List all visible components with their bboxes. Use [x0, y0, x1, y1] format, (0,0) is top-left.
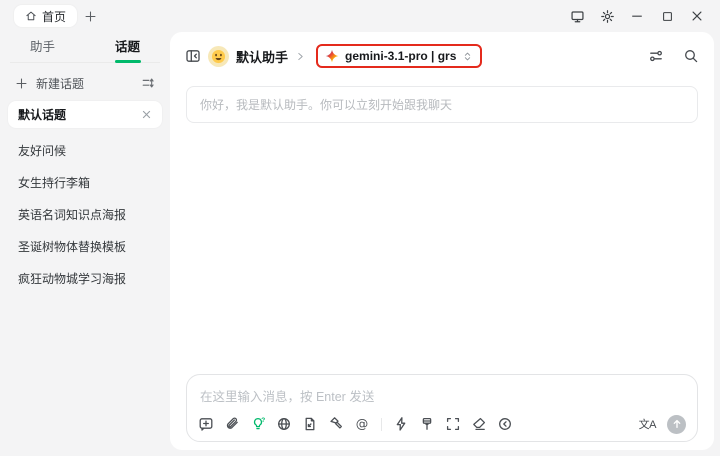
topic-item-active[interactable]: 默认话题 — [8, 101, 162, 128]
attachment-paperclip-icon[interactable] — [224, 416, 240, 432]
svg-text:?: ? — [261, 417, 265, 424]
close-topic-icon[interactable] — [141, 109, 152, 120]
tab-home-label: 首页 — [42, 8, 66, 25]
composer-toolbar: ? @ — [198, 414, 686, 434]
message-input[interactable]: 在这里输入消息，按 Enter 发送 — [187, 375, 697, 405]
gemini-star-icon — [325, 49, 339, 63]
minimize-button[interactable] — [622, 0, 652, 32]
title-bar: 首页 — [0, 0, 720, 32]
chat-panel: 默认助手 gemini-3.1-pro | — [170, 32, 714, 450]
message-composer[interactable]: 在这里输入消息，按 Enter 发送 ? — [186, 374, 698, 442]
select-updown-icon — [462, 51, 473, 62]
assistant-name[interactable]: 默认助手 — [236, 47, 288, 66]
assistant-greeting-bubble: 你好，我是默认助手。你可以立刻开始跟我聊天 — [186, 86, 698, 123]
topic-item[interactable]: 疯狂动物城学习海报 — [0, 262, 170, 294]
tab-assistants[interactable]: 助手 — [0, 32, 85, 59]
assistant-avatar[interactable] — [208, 46, 229, 67]
topic-item[interactable]: 圣诞树物体替换模板 — [0, 230, 170, 262]
maximize-button[interactable] — [652, 0, 682, 32]
model-selector-label: gemini-3.1-pro | grs — [345, 49, 456, 63]
tab-topics[interactable]: 话题 — [85, 32, 170, 59]
mention-model-icon[interactable]: @ — [354, 416, 370, 432]
active-tab-underline — [115, 60, 141, 63]
expand-input-icon[interactable] — [445, 416, 461, 432]
new-tab-button[interactable] — [78, 4, 102, 28]
topic-item[interactable]: 女生持行李箱 — [0, 166, 170, 198]
svg-text:@: @ — [356, 416, 369, 431]
knowledge-base-icon[interactable] — [302, 416, 318, 432]
thinking-bulb-icon[interactable]: ? — [250, 416, 266, 432]
model-settings-sliders-icon[interactable] — [648, 48, 664, 64]
tab-home[interactable]: 首页 — [14, 5, 77, 27]
topic-item[interactable]: 友好问候 — [0, 134, 170, 166]
settings-gear-icon[interactable] — [592, 0, 622, 32]
sidebar-tabs: 助手 话题 — [0, 32, 170, 59]
chat-header: 默认助手 gemini-3.1-pro | — [170, 41, 714, 71]
mcp-tools-hammer-icon[interactable] — [328, 416, 344, 432]
collapse-sidebar-icon[interactable] — [185, 48, 201, 64]
web-search-globe-icon[interactable] — [276, 416, 292, 432]
new-topic-button[interactable]: 新建话题 — [0, 65, 170, 101]
sidebar: 助手 话题 新建话题 默认话题 友好问候 女生持行李箱 英语名词知识点海报 圣诞… — [0, 32, 170, 456]
sort-topics-icon[interactable] — [141, 76, 155, 90]
theme-monitor-icon[interactable] — [562, 0, 592, 32]
close-button[interactable] — [682, 0, 712, 32]
send-button[interactable] — [667, 415, 686, 434]
translate-icon[interactable]: 文A — [639, 416, 656, 432]
quick-phrase-lightning-icon[interactable] — [393, 416, 409, 432]
toolbar-divider — [381, 418, 382, 431]
history-clock-icon[interactable] — [497, 416, 513, 432]
search-icon[interactable] — [683, 48, 699, 64]
plus-icon — [15, 77, 28, 90]
new-context-icon[interactable] — [198, 416, 214, 432]
chat-header-actions — [648, 48, 699, 64]
eraser-clear-icon[interactable] — [471, 416, 487, 432]
composer-right-actions: 文A — [639, 415, 686, 434]
home-icon — [25, 10, 37, 22]
window-controls — [562, 0, 712, 32]
paintbrush-icon[interactable] — [419, 416, 435, 432]
new-topic-label: 新建话题 — [36, 75, 133, 92]
chevron-right-icon — [295, 51, 306, 62]
topic-item[interactable]: 英语名词知识点海报 — [0, 198, 170, 230]
model-selector[interactable]: gemini-3.1-pro | grs — [316, 44, 482, 68]
